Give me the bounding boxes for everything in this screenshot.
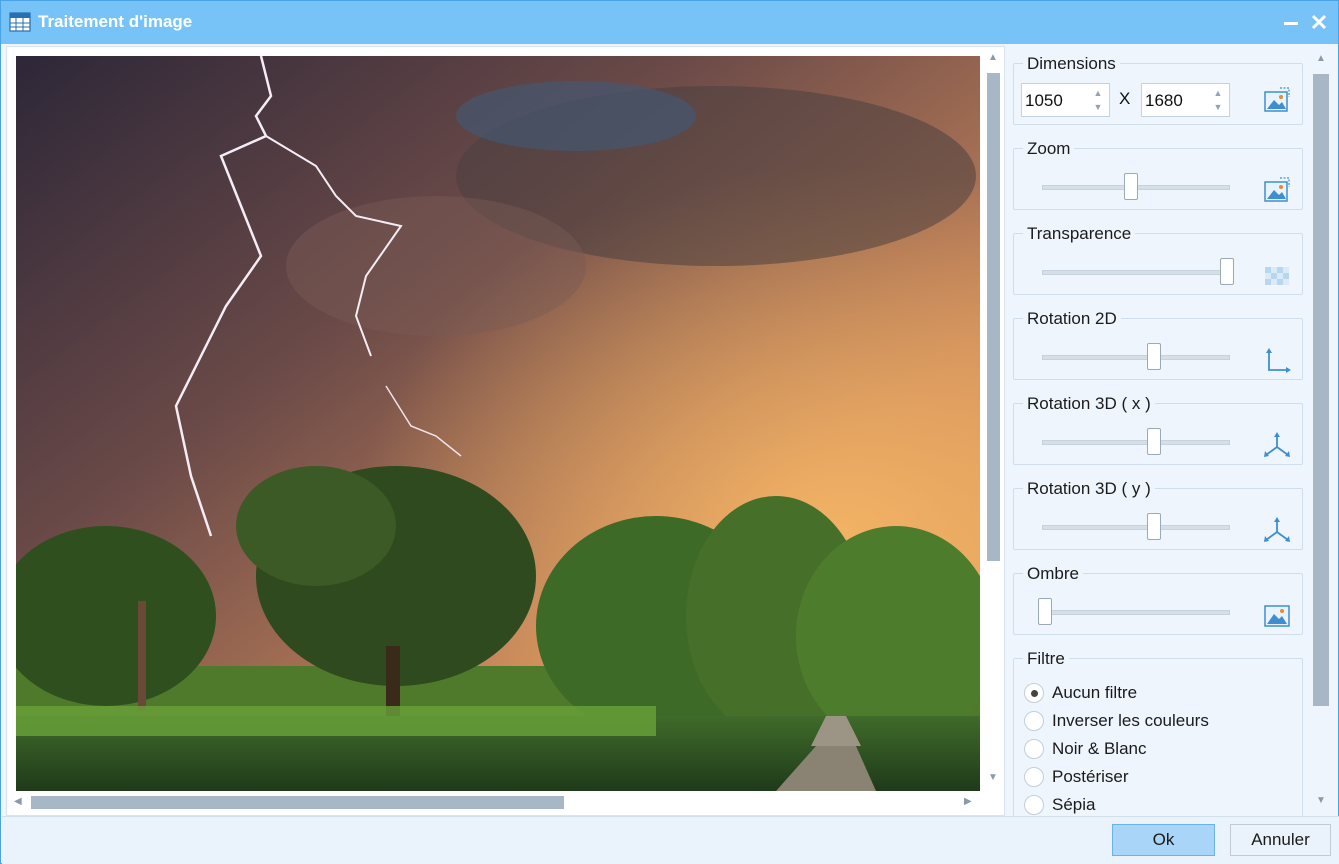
close-icon: [1311, 14, 1327, 30]
slider-knob[interactable]: [1038, 598, 1052, 625]
rotation-3d-axes-icon[interactable]: [1263, 516, 1291, 544]
app-table-icon: [9, 12, 31, 32]
rotation-3d-y-group: Rotation 3D ( y ): [1013, 479, 1303, 550]
image-processing-dialog: Traitement d'image ▲ ▼ ◀ ▶ Dimensions 10…: [0, 0, 1339, 864]
dimensions-group: Dimensions 1050 ▲ ▼ X 1680 ▲ ▼: [1013, 54, 1303, 125]
radio-button[interactable]: [1024, 739, 1044, 759]
filter-option-label: Inverser les couleurs: [1052, 711, 1209, 730]
image-resize-icon[interactable]: [1263, 176, 1291, 204]
window-title: Traitement d'image: [38, 12, 193, 31]
scroll-down-arrow-icon[interactable]: ▼: [988, 773, 998, 783]
dimensions-legend: Dimensions: [1023, 54, 1120, 74]
width-value[interactable]: 1050: [1025, 91, 1063, 111]
slider-legend: Rotation 3D ( y ): [1023, 479, 1155, 499]
filter-legend: Filtre: [1023, 649, 1069, 669]
spin-down-icon[interactable]: ▼: [1090, 101, 1106, 113]
zoom-group: Zoom: [1013, 139, 1303, 210]
image-horizontal-scrollbar[interactable]: ◀ ▶: [9, 793, 981, 811]
radio-button[interactable]: [1024, 683, 1044, 703]
slider-legend: Transparence: [1023, 224, 1136, 244]
slider-track[interactable]: [1042, 525, 1230, 530]
filter-group: Filtre Aucun filtre Inverser les couleurs…: [1013, 649, 1303, 816]
filter-option-label: Aucun filtre: [1052, 683, 1138, 702]
ombre-group: Ombre: [1013, 564, 1303, 635]
settings-panel: Dimensions 1050 ▲ ▼ X 1680 ▲ ▼ Zoom Trans…: [1007, 46, 1334, 816]
height-value[interactable]: 1680: [1145, 91, 1183, 111]
filter-option-label: Sépia: [1052, 795, 1096, 814]
slider-legend: Rotation 3D ( x ): [1023, 394, 1155, 414]
slider-legend: Rotation 2D: [1023, 309, 1121, 329]
radio-button[interactable]: [1024, 711, 1044, 731]
slider-track[interactable]: [1042, 270, 1230, 275]
width-stepper[interactable]: 1050 ▲ ▼: [1021, 83, 1110, 117]
scroll-right-arrow-icon[interactable]: ▶: [964, 797, 972, 807]
transparency-checker-icon[interactable]: [1263, 261, 1291, 289]
panel-vertical-scrollbar[interactable]: ▲ ▼: [1309, 46, 1334, 816]
preview-photo: [16, 56, 980, 791]
cancel-button[interactable]: Annuler: [1230, 824, 1331, 856]
slider-legend: Zoom: [1023, 139, 1075, 159]
rotation-3d-x-group: Rotation 3D ( x ): [1013, 394, 1303, 465]
minimize-icon: [1284, 22, 1298, 25]
slider-knob[interactable]: [1147, 343, 1161, 370]
slider-knob[interactable]: [1147, 428, 1161, 455]
minimize-button[interactable]: [1279, 10, 1303, 34]
scroll-thumb[interactable]: [1313, 74, 1329, 706]
spin-down-icon[interactable]: ▼: [1210, 101, 1226, 113]
dimension-separator: X: [1119, 89, 1131, 108]
ok-button[interactable]: Ok: [1112, 824, 1215, 856]
dialog-footer: Ok Annuler: [2, 816, 1339, 864]
slider-knob[interactable]: [1124, 173, 1138, 200]
radio-button[interactable]: [1024, 767, 1044, 787]
filter-option-label: Noir & Blanc: [1052, 739, 1147, 758]
transparence-group: Transparence: [1013, 224, 1303, 295]
image-preview-pane: ▲ ▼ ◀ ▶: [6, 46, 1005, 816]
spin-up-icon[interactable]: ▲: [1090, 87, 1106, 99]
slider-track[interactable]: [1042, 610, 1230, 615]
filter-option-label: Postériser: [1052, 767, 1129, 786]
image-shadow-icon[interactable]: [1263, 601, 1291, 629]
scroll-up-arrow-icon[interactable]: ▲: [1316, 54, 1326, 64]
scroll-thumb[interactable]: [987, 73, 1000, 561]
height-stepper[interactable]: 1680 ▲ ▼: [1141, 83, 1230, 117]
scroll-thumb[interactable]: [31, 796, 564, 809]
scroll-up-arrow-icon[interactable]: ▲: [988, 53, 998, 63]
radio-button[interactable]: [1024, 795, 1044, 815]
rotation-3d-axes-icon[interactable]: [1263, 431, 1291, 459]
scroll-down-arrow-icon[interactable]: ▼: [1316, 796, 1326, 806]
slider-track[interactable]: [1042, 440, 1230, 445]
rotation-2d-group: Rotation 2D: [1013, 309, 1303, 380]
spin-up-icon[interactable]: ▲: [1210, 87, 1226, 99]
title-bar: Traitement d'image: [1, 1, 1338, 44]
image-vertical-scrollbar[interactable]: ▲ ▼: [985, 49, 1002, 789]
slider-legend: Ombre: [1023, 564, 1083, 584]
image-resize-icon[interactable]: [1263, 86, 1291, 114]
rotation-2d-axes-icon[interactable]: [1263, 346, 1291, 374]
slider-track[interactable]: [1042, 355, 1230, 360]
scroll-left-arrow-icon[interactable]: ◀: [14, 797, 22, 807]
slider-knob[interactable]: [1147, 513, 1161, 540]
close-button[interactable]: [1307, 10, 1331, 34]
slider-knob[interactable]: [1220, 258, 1234, 285]
